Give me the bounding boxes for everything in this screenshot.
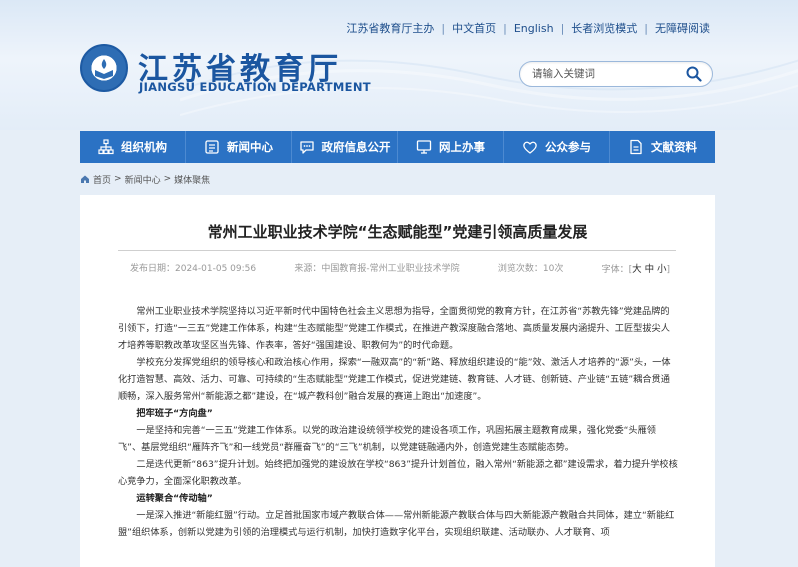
monitor-icon — [416, 140, 432, 154]
search-input[interactable] — [532, 68, 682, 80]
nav-org[interactable]: 组织机构 — [80, 131, 186, 163]
link-home-cn[interactable]: 中文首页 — [452, 20, 496, 36]
home-icon — [81, 175, 89, 183]
article-meta: 发布日期：2024-01-05 09:56 来源：中国教育报-常州工业职业技术学… — [130, 261, 670, 275]
site-title-en: JIANGSU EDUCATION DEPARTMENT — [139, 80, 371, 94]
book-flame-icon — [95, 59, 113, 79]
top-links-bar: 江苏省教育厅主办 | 中文首页 | English | 长者浏览模式 | 无障碍… — [346, 20, 710, 36]
paragraph: 学校充分发挥党组织的领导核心和政治核心作用，探索“一融双高”的“新”路、释放组织… — [118, 357, 671, 402]
font-size-large[interactable]: 大 — [632, 264, 642, 275]
main-nav: 组织机构 新闻中心 政府信息公开 网上办事 公众参与 文献资料 — [80, 131, 715, 163]
breadcrumb-media[interactable]: 媒体聚焦 — [174, 173, 210, 186]
nav-label: 文献资料 — [651, 140, 697, 154]
nav-label: 网上办事 — [439, 140, 485, 154]
document-icon — [630, 139, 642, 155]
breadcrumb: 首页 > 新闻中心 > 媒体聚焦 — [80, 171, 210, 187]
paragraph: 一是坚持和完善“一三五”党建工作体系。以党的政治建设统领学校党的建设各项工作，巩… — [118, 425, 656, 453]
nav-label: 公众参与 — [545, 140, 591, 154]
font-size-control: 字体：[大 中 小] — [601, 264, 670, 275]
paragraph: 二是迭代更新“863”提升计划。始终把加强党的建设放在学校“863”提升计划首位… — [118, 459, 678, 487]
font-size-medium[interactable]: 中 — [645, 264, 655, 275]
view-count: 浏览次数：10次 — [497, 264, 564, 274]
org-chart-icon — [98, 139, 114, 155]
article-body: 常州工业职业技术学院坚持以习近平新时代中国特色社会主义思想为指导，全面贯彻党的教… — [118, 303, 678, 541]
search-box — [519, 61, 713, 87]
news-icon — [205, 140, 219, 154]
nav-gov-info[interactable]: 政府信息公开 — [292, 131, 398, 163]
article-title: 常州工业职业技术学院“生态赋能型”党建引领高质量发展 — [207, 223, 588, 241]
publish-date: 发布日期：2024-01-05 09:56 — [130, 264, 257, 274]
article-panel: 常州工业职业技术学院“生态赋能型”党建引领高质量发展 发布日期：2024-01-… — [80, 195, 715, 567]
section-heading: 把牢班子“方向盘” — [136, 408, 213, 419]
nav-public-participation[interactable]: 公众参与 — [504, 131, 610, 163]
nav-label: 组织机构 — [121, 140, 167, 154]
link-english[interactable]: English — [514, 22, 554, 35]
paragraph: 常州工业职业技术学院坚持以习近平新时代中国特色社会主义思想为指导，全面贯彻党的教… — [118, 306, 670, 351]
nav-news[interactable]: 新闻中心 — [186, 131, 292, 163]
link-elder-mode[interactable]: 长者浏览模式 — [571, 20, 637, 36]
emblem-logo[interactable] — [80, 44, 128, 92]
nav-documents[interactable]: 文献资料 — [610, 131, 715, 163]
article-source: 来源：中国教育报-常州工业职业技术学院 — [294, 264, 460, 274]
search-icon[interactable] — [686, 66, 702, 82]
section-heading: 运转聚合“传动轴” — [136, 493, 213, 504]
breadcrumb-news[interactable]: 新闻中心 — [125, 173, 161, 186]
breadcrumb-home[interactable]: 首页 — [93, 173, 111, 186]
nav-label: 政府信息公开 — [321, 140, 391, 154]
host-label: 江苏省教育厅主办 — [346, 22, 435, 35]
heart-icon — [523, 141, 537, 154]
nav-online-service[interactable]: 网上办事 — [398, 131, 504, 163]
title-divider — [118, 250, 676, 251]
chat-icon — [299, 141, 314, 154]
site-header: 江苏省教育厅主办 | 中文首页 | English | 长者浏览模式 | 无障碍… — [0, 0, 798, 130]
paragraph: 一是深入推进“新能红盟”行动。立足首批国家市域产教联合体——常州新能源产教联合体… — [118, 510, 675, 538]
link-accessibility[interactable]: 无障碍阅读 — [655, 20, 710, 36]
nav-label: 新闻中心 — [227, 140, 273, 154]
